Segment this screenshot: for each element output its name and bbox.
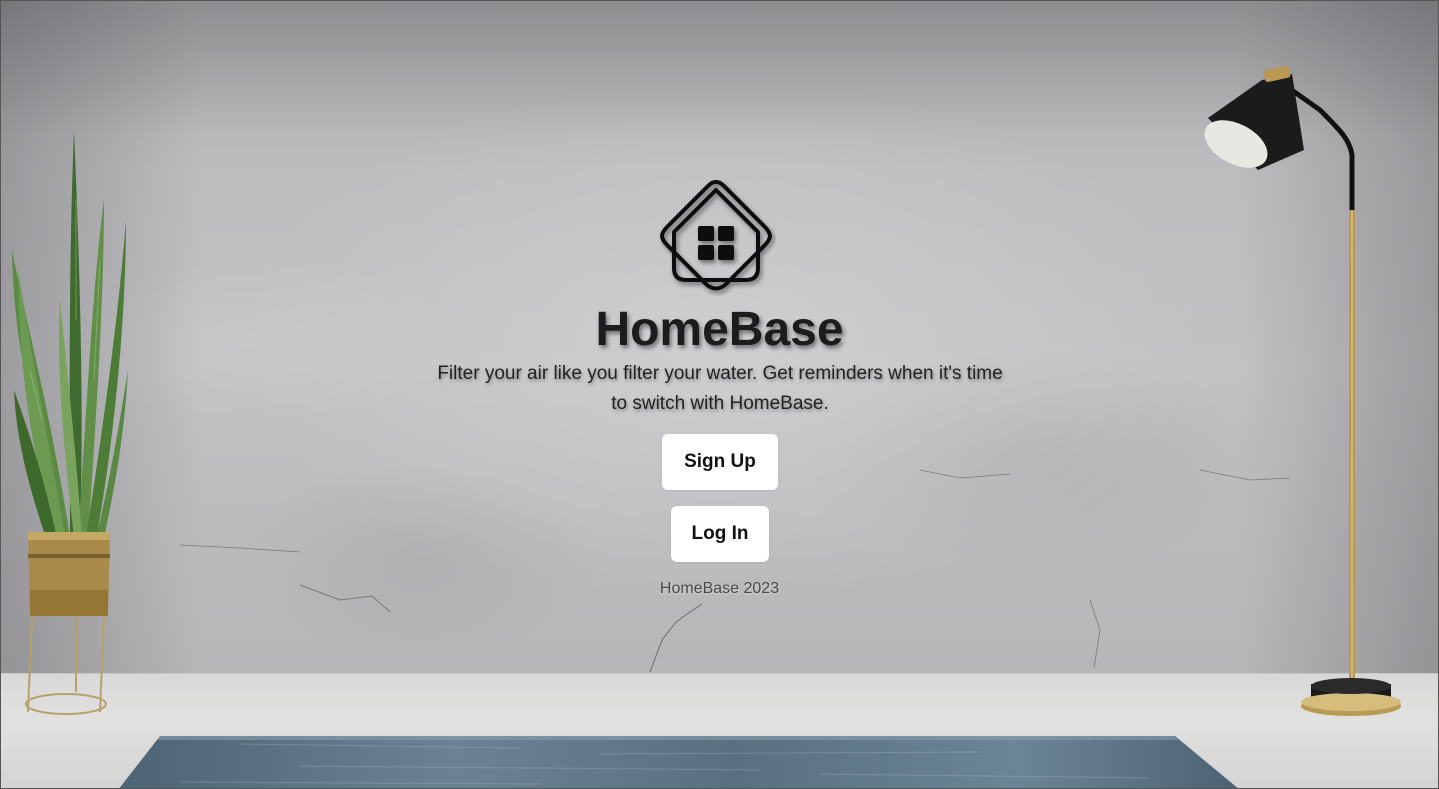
hero-section: HomeBase Filter your air like you filter…	[0, 0, 1439, 673]
app-title: HomeBase	[595, 303, 844, 356]
login-button[interactable]: Log In	[671, 506, 769, 562]
landing-page: HomeBase Filter your air like you filter…	[0, 0, 1439, 789]
signup-button[interactable]: Sign Up	[662, 434, 778, 490]
copyright-text: HomeBase 2023	[659, 580, 780, 597]
house-logo-icon	[660, 179, 772, 291]
tagline: Filter your air like you filter your wat…	[437, 363, 1003, 414]
